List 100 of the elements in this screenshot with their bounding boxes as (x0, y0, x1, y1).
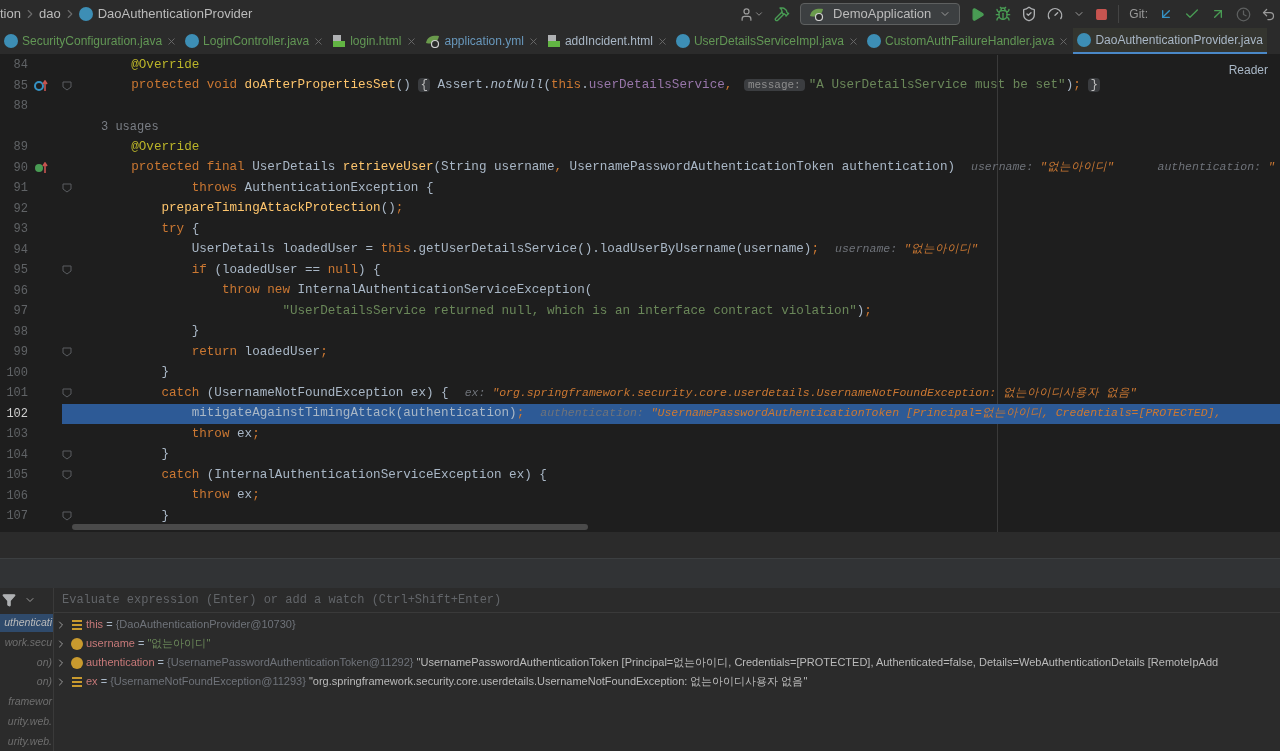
line-number: 106 (5, 487, 28, 505)
editor-tab[interactable]: UserDetailsServiceImpl.java (671, 28, 863, 54)
code-text: try { (160, 220, 200, 238)
class-icon (78, 7, 93, 21)
line-number: 104 (5, 446, 28, 464)
line-number: 101 (5, 385, 28, 403)
parameter-icon (71, 656, 83, 669)
usages-hint[interactable]: 3 usages (101, 117, 159, 136)
field-list-icon (71, 618, 83, 631)
stack-frame[interactable]: on) (0, 653, 53, 672)
stack-frame[interactable]: work.secu (0, 633, 53, 653)
close-icon[interactable] (166, 35, 178, 47)
line-number: 98 (12, 323, 28, 341)
implements-marker-icon[interactable] (34, 161, 48, 174)
stack-frame[interactable]: urity.web. (0, 732, 53, 751)
history-clock-icon[interactable] (1236, 6, 1251, 22)
html-file-icon (332, 34, 347, 48)
leaf-gear-icon (424, 34, 441, 48)
parameter-icon (71, 637, 83, 650)
class-icon (1077, 33, 1092, 47)
stack-frame[interactable]: on) (0, 673, 53, 692)
stack-frame[interactable]: framewor (0, 692, 53, 712)
line-number: 95 (12, 262, 28, 280)
line-number: 105 (5, 467, 28, 485)
code-text: } (160, 446, 170, 464)
rollback-icon[interactable] (1261, 6, 1276, 22)
filter-icon[interactable] (2, 593, 16, 608)
variable-entry[interactable]: authentication = {UsernamePasswordAuthenticationToken@11292} "UsernamePasswordAuthenticationToken [Principal=없는아이디, Credentials=[PROTECTED], Authenticated=false, Details=WebAuthenticationDetails [RemoteIpAdd (86, 654, 1219, 671)
fold-marker-icon[interactable] (62, 80, 72, 91)
line-number: 96 (12, 282, 28, 300)
fold-marker-icon[interactable] (62, 347, 72, 358)
line-number: 99 (12, 344, 28, 362)
fold-marker-icon[interactable] (62, 511, 72, 522)
fold-marker-icon[interactable] (62, 449, 72, 460)
line-number: 92 (12, 200, 28, 218)
stack-frame[interactable]: uthenticati (0, 613, 53, 633)
breadcrumb[interactable]: dao (38, 4, 61, 24)
leaf-gear-icon (809, 7, 826, 21)
code-text: } (160, 364, 170, 382)
profiler-gauge-icon[interactable] (1047, 6, 1064, 22)
run-configuration-dropdown[interactable]: DemoApplication (800, 3, 961, 25)
editor-tab[interactable]: SecurityConfiguration.java (0, 28, 182, 54)
code-text: throws AuthenticationException { (190, 179, 434, 197)
fold-marker-icon[interactable] (62, 388, 72, 399)
code-text: UserDetails loadedUser = this.getUserDetailsService().loadUserByUsername(username); username: "없는아이디" (190, 241, 978, 259)
code-text: throw new InternalAuthenticationServiceException( (220, 282, 593, 300)
class-icon (867, 34, 881, 48)
fold-marker-icon[interactable] (62, 265, 72, 276)
coverage-shield-icon[interactable] (1021, 6, 1038, 22)
editor-tab[interactable]: LoginController.java (181, 28, 329, 54)
close-icon[interactable] (405, 35, 417, 47)
close-icon[interactable] (848, 35, 859, 47)
line-number: 84 (12, 57, 28, 75)
debug-bug-icon[interactable] (995, 6, 1012, 22)
code-text: @Override (130, 138, 200, 156)
fold-marker-icon[interactable] (62, 470, 72, 481)
class-icon (4, 34, 18, 48)
stop-icon[interactable] (1095, 7, 1109, 21)
horizontal-scrollbar[interactable] (72, 524, 588, 530)
close-icon[interactable] (313, 35, 325, 47)
line-number: 90 (12, 159, 28, 177)
line-number: 85 (12, 77, 28, 95)
fold-marker-icon[interactable] (62, 183, 72, 194)
editor-tab[interactable]: login.html (328, 28, 421, 54)
code-text: @Override (130, 56, 200, 74)
variable-entry[interactable]: this = {DaoAuthenticationProvider@10730} (86, 616, 299, 633)
editor-tab[interactable]: CustomAuthFailureHandler.java (863, 28, 1074, 54)
editor-tab[interactable]: application.yml (420, 28, 543, 54)
run-icon[interactable] (970, 6, 986, 22)
class-icon (185, 34, 200, 48)
line-number: 102 (5, 405, 28, 423)
override-marker-icon[interactable] (34, 79, 48, 92)
code-text: } (190, 323, 200, 341)
line-number: 103 (5, 426, 28, 444)
variable-entry[interactable]: username = "없는아이디" (86, 635, 211, 652)
code-text: "UserDetailsService returned null, which is an interface contract violation"); (281, 302, 872, 320)
variable-entry[interactable]: ex = {UsernameNotFoundException@11293} "org.springframework.security.core.userdetails.UsernameNotFoundException: 없는아이디사용자 없음" (86, 673, 808, 690)
close-icon[interactable] (656, 35, 668, 47)
git-label: Git: (1129, 6, 1148, 23)
code-text: throw ex; (190, 425, 260, 443)
stack-frame[interactable]: urity.web. (0, 712, 53, 732)
build-hammer-icon[interactable] (774, 6, 791, 22)
close-icon[interactable] (1058, 35, 1070, 47)
field-list-icon (71, 675, 83, 688)
editor-tab[interactable]: DaoAuthenticationProvider.java (1073, 28, 1267, 54)
code-text: catch (InternalAuthenticationServiceException ex) { (160, 466, 547, 484)
user-menu-icon[interactable] (739, 6, 765, 22)
code-text: if (loadedUser == null) { (190, 261, 381, 279)
class-icon (675, 34, 690, 48)
line-number: 91 (12, 180, 28, 198)
line-number: 97 (12, 303, 28, 321)
code-text: } (160, 507, 170, 525)
code-text: throw ex; (190, 487, 260, 505)
code-text: return loadedUser; (190, 343, 328, 361)
breadcrumb[interactable]: tion (0, 4, 21, 24)
code-text: prepareTimingAttackProtection(); (160, 200, 404, 218)
close-icon[interactable] (527, 35, 539, 47)
editor-tab[interactable]: addIncident.html (542, 28, 672, 54)
breadcrumb[interactable]: DaoAuthenticationProvider (97, 4, 253, 24)
line-number: 88 (12, 98, 28, 116)
